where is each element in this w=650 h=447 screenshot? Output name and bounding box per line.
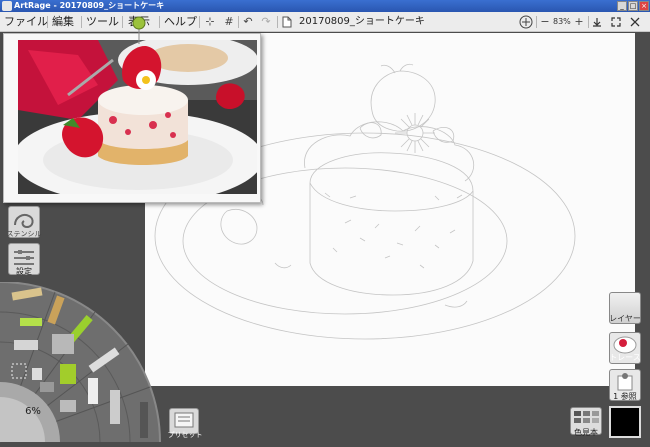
layers-label: レイヤー <box>609 314 641 323</box>
symmetry-icon[interactable]: ⊹ <box>203 15 217 29</box>
window-title: ArtRage - 20170809_ショートケーキ <box>14 1 165 10</box>
menu-divider <box>536 16 537 28</box>
move-canvas-icon[interactable] <box>519 15 533 29</box>
menu-file[interactable]: ファイル <box>4 12 48 32</box>
menu-tools[interactable]: ツール <box>86 12 119 32</box>
artrage-window: ArtRage - 20170809_ショートケーキ _ □ × ファイル 編集… <box>0 0 650 447</box>
minimize-button[interactable]: _ <box>617 1 627 11</box>
maximize-button[interactable]: □ <box>628 1 638 11</box>
menu-divider <box>588 16 589 28</box>
zoom-level: 83% <box>553 17 571 26</box>
fullscreen-icon[interactable] <box>611 17 621 27</box>
swatches-icon <box>574 411 599 423</box>
document-title: 20170809_ショートケーキ <box>299 16 425 27</box>
settings-label: 設定 <box>16 267 32 276</box>
menu-edit[interactable]: 編集 <box>52 12 74 32</box>
menu-divider <box>122 16 123 28</box>
undo-icon[interactable]: ↶ <box>241 15 255 29</box>
close-window-button[interactable]: × <box>639 1 649 11</box>
tool-size-readout: 6% <box>25 406 41 417</box>
zoom-in-button[interactable]: + <box>574 15 584 29</box>
document-icon <box>282 16 292 28</box>
presets-label: プリセット <box>167 431 203 439</box>
menu-help[interactable]: ヘルプ <box>164 12 197 32</box>
trace-label: トレース <box>609 353 641 362</box>
reference-photo <box>18 40 257 194</box>
menu-divider <box>277 16 278 28</box>
title-bar: ArtRage - 20170809_ショートケーキ _ □ × <box>0 0 650 12</box>
pin-icon <box>132 16 146 44</box>
redo-icon[interactable]: ↷ <box>259 15 273 29</box>
swatches-label: 色見本 <box>574 428 598 437</box>
current-color-swatch[interactable] <box>609 406 641 438</box>
stencil-label: ステンシル <box>6 230 42 238</box>
menu-divider <box>47 16 48 28</box>
menu-divider <box>238 16 239 28</box>
menu-divider <box>199 16 200 28</box>
menu-divider <box>159 16 160 28</box>
tool-wheel[interactable] <box>0 282 165 447</box>
grid-icon[interactable]: # <box>222 15 236 29</box>
menu-bar: ファイル 編集 ツール 表示 ヘルプ ⊹ # ↶ ↷ 20170809_ショート… <box>0 12 650 32</box>
zoom-out-button[interactable]: − <box>540 15 550 29</box>
download-icon[interactable] <box>592 17 602 27</box>
menu-divider <box>81 16 82 28</box>
reference-label: 1 参照 <box>613 392 637 401</box>
reference-image[interactable] <box>3 16 261 203</box>
app-icon <box>2 1 12 11</box>
close-icon[interactable] <box>630 17 640 27</box>
